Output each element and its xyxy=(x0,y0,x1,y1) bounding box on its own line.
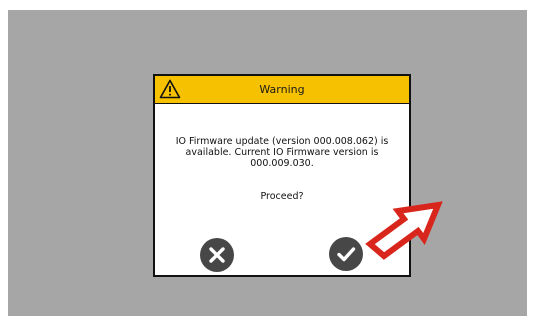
cancel-button[interactable] xyxy=(200,238,234,272)
dialog-question: Proceed? xyxy=(260,191,304,202)
confirm-button[interactable] xyxy=(329,237,363,271)
close-icon xyxy=(209,247,225,263)
dialog-title: Warning xyxy=(259,83,305,96)
dialog-message: IO Firmware update (version 000.008.062)… xyxy=(175,136,389,169)
dialog-header: Warning xyxy=(155,76,409,104)
device-screen: Warning IO Firmware update (version 000.… xyxy=(8,10,527,316)
checkmark-icon xyxy=(337,247,356,262)
pointer-arrow-icon xyxy=(365,201,443,260)
